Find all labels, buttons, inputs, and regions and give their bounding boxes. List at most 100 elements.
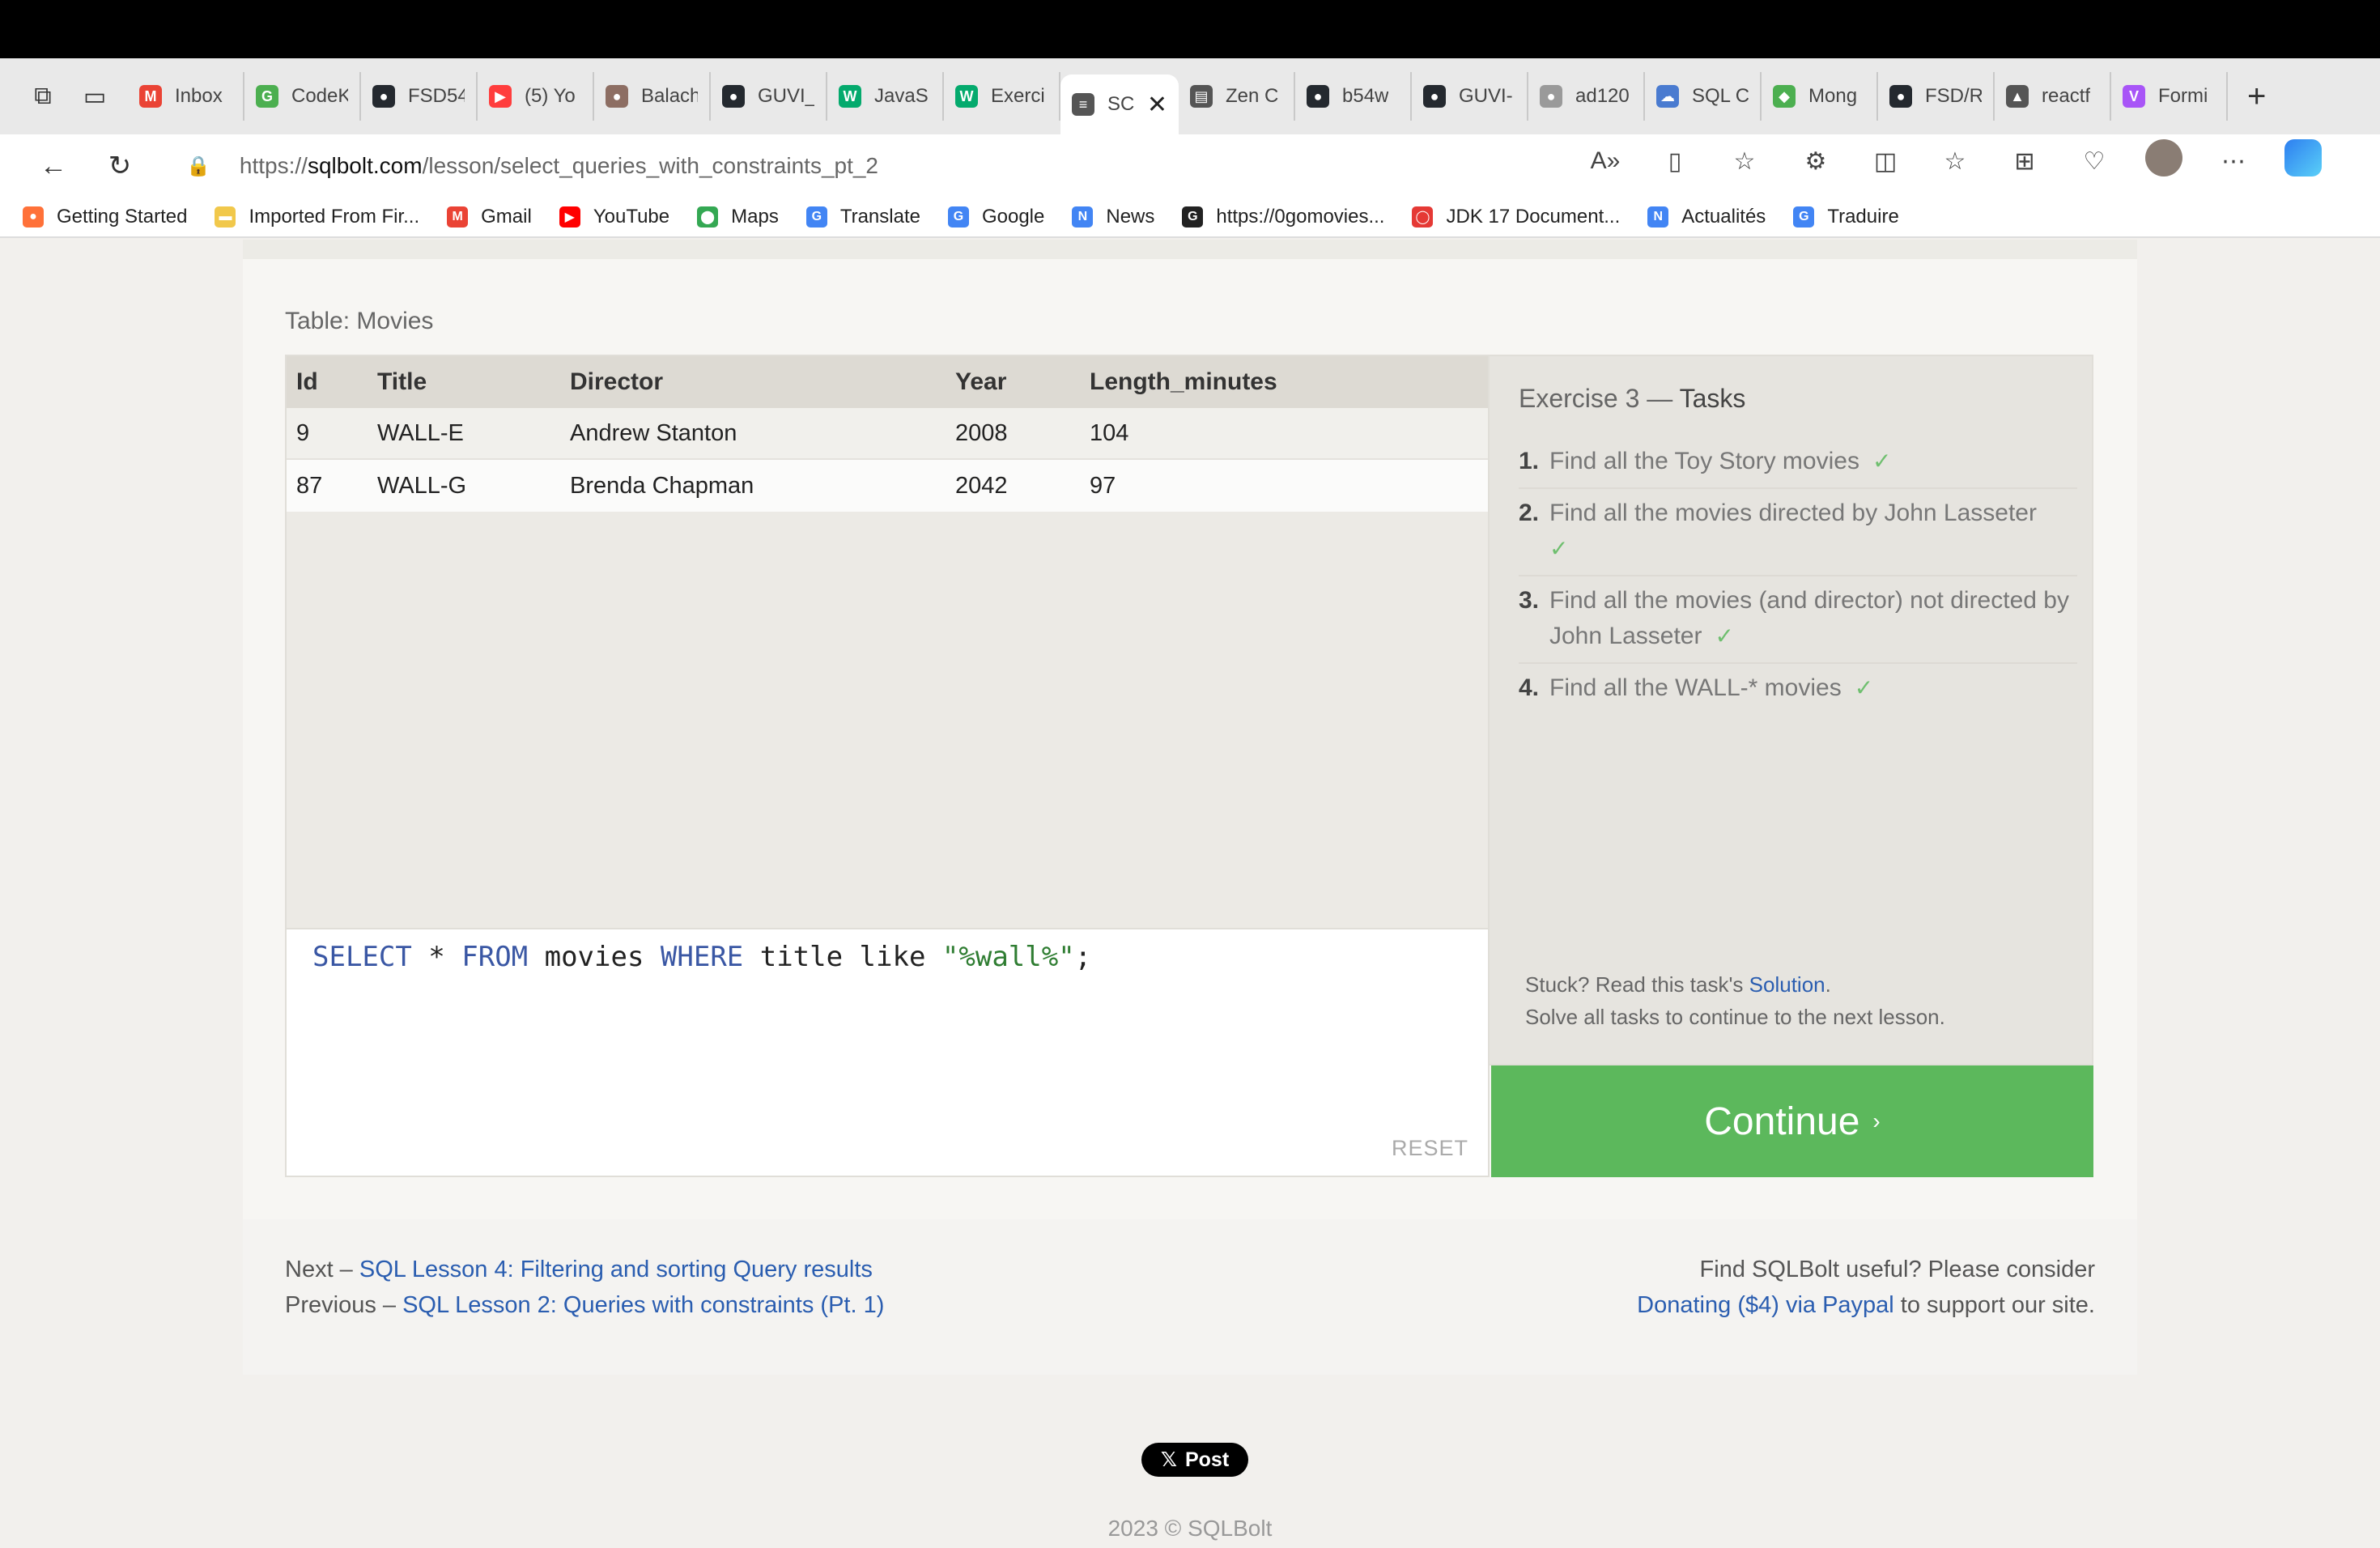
lesson-card: Table: Movies Id Title Director Year Len…	[243, 240, 2137, 1375]
oracle-icon: ◯	[1412, 206, 1434, 228]
tab-15[interactable]: ● FSD/R	[1878, 72, 1995, 121]
refresh-icon[interactable]: ↻	[96, 150, 144, 182]
next-lesson-link[interactable]: SQL Lesson 4: Filtering and sorting Quer…	[359, 1257, 873, 1282]
tab-4[interactable]: ● Balach	[594, 72, 711, 121]
sql-cloud-icon: ☁	[1656, 85, 1679, 108]
vertical-tabs-icon[interactable]: ▭	[76, 78, 113, 115]
lock-icon[interactable]: 🔒	[186, 155, 210, 178]
tab-label: GUVI-	[1459, 85, 1513, 107]
useful-text: Find SQLBolt useful? Please consider	[1699, 1257, 2095, 1282]
new-tab-button[interactable]: +	[2247, 79, 2266, 115]
donate-section: Find SQLBolt useful? Please consider Don…	[1637, 1252, 2095, 1323]
tab-12[interactable]: ● ad120	[1528, 72, 1645, 121]
window-titlebar	[0, 0, 2380, 58]
cell-year: 2008	[955, 419, 1008, 446]
bookmark-item[interactable]: N Actualités	[1647, 206, 1766, 228]
bookmark-item[interactable]: ● Getting Started	[23, 206, 187, 228]
bookmark-item[interactable]: ⬤ Maps	[697, 206, 779, 228]
database-icon: ≡	[1072, 93, 1094, 116]
checkmark-icon: ✓	[1872, 449, 1892, 474]
tab-6[interactable]: W JavaS	[827, 72, 944, 121]
zen-icon: ▤	[1190, 85, 1213, 108]
tab-11[interactable]: ● GUVI-	[1412, 72, 1528, 121]
continue-button[interactable]: Continue ›	[1491, 1065, 2093, 1177]
w3schools-icon: W	[955, 85, 978, 108]
translate-icon: G	[805, 206, 827, 228]
bookmark-item[interactable]: ▬ Imported From Fir...	[215, 206, 419, 228]
avatar[interactable]	[2145, 139, 2182, 176]
exercise-title-prefix: Exercise 3 —	[1519, 384, 1680, 413]
reset-button[interactable]: RESET	[1392, 1136, 1468, 1161]
bookmark-item[interactable]: G Traduire	[1793, 206, 1899, 228]
tab-13[interactable]: ☁ SQL C	[1645, 72, 1762, 121]
address-bar[interactable]: 🔒 https://sqlbolt.com/lesson/select_quer…	[162, 139, 1765, 193]
task-number: 3.	[1519, 587, 1540, 614]
immersive-reader-icon[interactable]: ▯	[1640, 147, 1710, 176]
sql-query-text[interactable]: SELECT * FROM movies WHERE title like "%…	[312, 941, 1091, 973]
task-item: 4. Find all the WALL-* movies ✓	[1519, 664, 2077, 714]
more-menu-icon[interactable]: ⋯	[2199, 147, 2268, 176]
url-text[interactable]: https://sqlbolt.com/lesson/select_querie…	[240, 153, 878, 179]
copilot-button[interactable]	[2268, 139, 2338, 183]
translate-icon: G	[1793, 206, 1815, 228]
tab-14[interactable]: ◆ Mong	[1762, 72, 1878, 121]
tab-10[interactable]: ● b54w	[1295, 72, 1412, 121]
tab-7[interactable]: W Exerci	[944, 72, 1060, 121]
bookmark-item[interactable]: N News	[1072, 206, 1154, 228]
tab-16[interactable]: ▲ reactf	[1995, 72, 2111, 121]
donate-link[interactable]: Donating ($4) via Paypal	[1637, 1292, 1894, 1318]
page-body: Table: Movies Id Title Director Year Len…	[0, 240, 2380, 1548]
tab-5[interactable]: ● GUVI_	[711, 72, 827, 121]
tab-3[interactable]: ▶ (5) Yo	[478, 72, 594, 121]
read-aloud-icon[interactable]: A»	[1570, 147, 1640, 175]
cell-director: Andrew Stanton	[570, 419, 737, 446]
x-post-button[interactable]: 𝕏 Post	[1141, 1443, 1248, 1477]
close-icon[interactable]: ✕	[1147, 91, 1167, 119]
header-title: Title	[377, 368, 427, 395]
profile-avatar[interactable]	[2129, 139, 2199, 183]
continue-label: Continue	[1704, 1099, 1860, 1143]
bookmark-item[interactable]: ▶ YouTube	[559, 206, 669, 228]
sql-string-literal: "%wall%"	[941, 941, 1075, 973]
extensions-icon[interactable]: ⚙	[1781, 147, 1851, 176]
sql-condition: title like	[743, 941, 942, 973]
task-list: 1. Find all the Toy Story movies ✓ 2. Find …	[1519, 437, 2077, 714]
tab-label: Mong	[1808, 85, 1858, 107]
tab-1[interactable]: G CodeK	[244, 72, 361, 121]
previous-lesson-link[interactable]: SQL Lesson 2: Queries with constraints (…	[402, 1292, 884, 1318]
gmail-icon: M	[139, 85, 162, 108]
cell-title: WALL-G	[377, 472, 467, 499]
stuck-period: .	[1825, 972, 1831, 997]
back-arrow-icon[interactable]: ←	[29, 151, 78, 182]
cell-title: WALL-E	[377, 419, 464, 446]
tab-17[interactable]: V Formi	[2111, 72, 2228, 121]
news-icon: N	[1647, 206, 1669, 228]
bookmark-item[interactable]: Ghttps://0gomovies...	[1182, 206, 1384, 228]
bookmark-item[interactable]: G Google	[947, 206, 1044, 228]
bookmark-item[interactable]: ◯ JDK 17 Document...	[1412, 206, 1620, 228]
bookmark-label: https://0gomovies...	[1216, 206, 1385, 228]
github-icon: ●	[1540, 85, 1562, 108]
solution-link[interactable]: Solution	[1749, 972, 1825, 997]
workspaces-icon[interactable]: ⧉	[24, 78, 62, 115]
browser-essentials-icon[interactable]: ♡	[2059, 147, 2129, 176]
tab-9[interactable]: ▤ Zen C	[1179, 72, 1295, 121]
task-number: 4.	[1519, 674, 1540, 701]
copilot-icon[interactable]	[2284, 139, 2322, 176]
tab-0[interactable]: M Inbox	[128, 72, 244, 121]
tab-label: Formi	[2158, 85, 2208, 107]
tab-label: (5) Yo	[525, 85, 576, 107]
tab-strip: ⧉ ▭ M Inbox G CodeK ● FSD54 ▶ (5) Yo ● Balach ● GUV…	[0, 58, 2380, 134]
bookmark-item[interactable]: M Gmail	[447, 206, 532, 228]
split-screen-icon[interactable]: ◫	[1851, 147, 1920, 176]
sql-editor[interactable]: SELECT * FROM movies WHERE title like "%…	[285, 929, 1490, 1177]
favorites-icon[interactable]: ☆	[1920, 147, 1990, 176]
tab-label: b54w	[1342, 85, 1389, 107]
favorite-star-icon[interactable]: ☆	[1710, 147, 1779, 176]
collections-icon[interactable]: ⊞	[1990, 147, 2059, 176]
tab-2[interactable]: ● FSD54	[361, 72, 478, 121]
w3schools-icon: W	[839, 85, 861, 108]
tab-8[interactable]: ≡ SC ✕	[1060, 74, 1179, 134]
exercise-title: Exercise 3 — Tasks	[1519, 384, 1745, 414]
bookmark-item[interactable]: G Translate	[805, 206, 920, 228]
